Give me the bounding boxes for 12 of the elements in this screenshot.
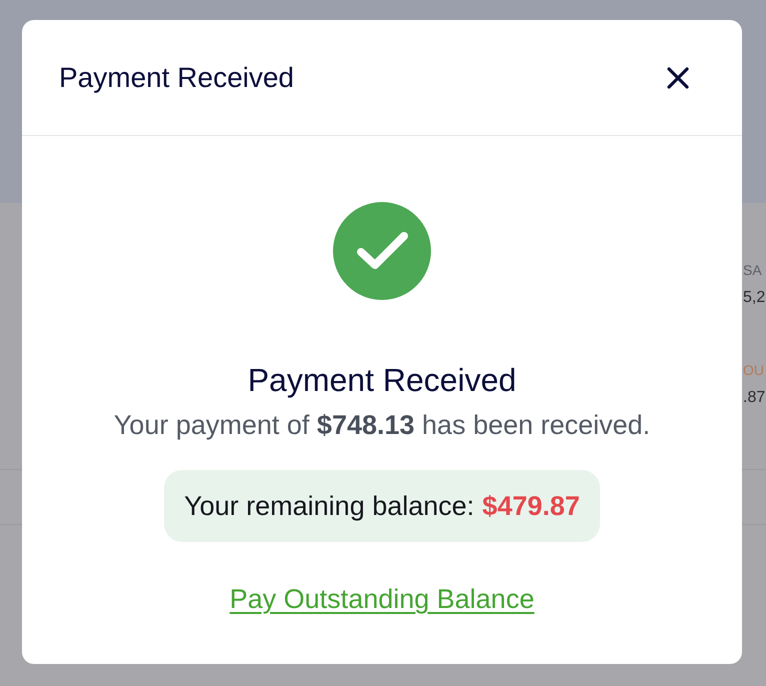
stat-value: .87 (743, 388, 766, 408)
check-circle-icon (333, 202, 431, 300)
stat-label: SA (743, 261, 763, 279)
balance-amount: $479.87 (482, 490, 580, 523)
close-icon (667, 66, 689, 88)
stat-value: 5,2 (743, 288, 766, 308)
balance-label: Your remaining balance: (184, 490, 474, 523)
confirmation-message: Your payment of $748.13 has been received. (114, 409, 650, 442)
stat-label: OU (743, 361, 765, 379)
pay-balance-link[interactable]: Pay Outstanding Balance (230, 581, 534, 617)
modal-title: Payment Received (59, 60, 294, 94)
confirmation-heading: Payment Received (248, 361, 516, 400)
